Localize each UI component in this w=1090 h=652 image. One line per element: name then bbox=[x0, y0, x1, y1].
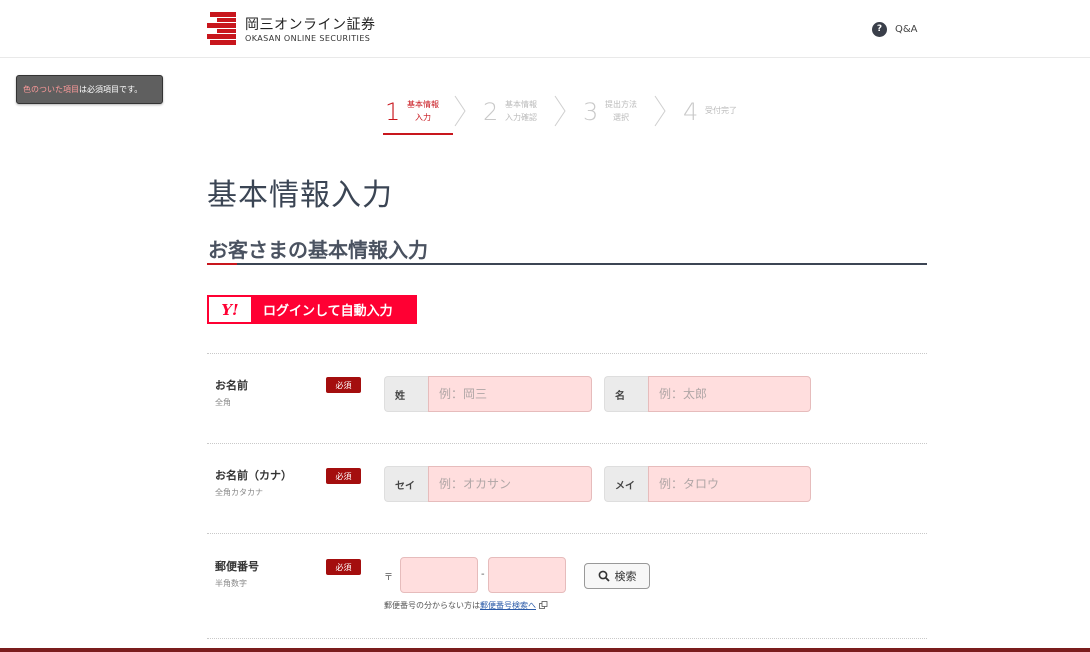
field-sublabel: 全角カタカナ bbox=[215, 488, 263, 497]
first-name-kana-prefix: メイ bbox=[604, 466, 648, 502]
step-number: 4 bbox=[683, 98, 699, 126]
zip-separator: - bbox=[481, 569, 485, 580]
zip-first-input[interactable] bbox=[400, 557, 478, 593]
okasan-logo-icon bbox=[207, 12, 236, 45]
footer-edge bbox=[0, 648, 1090, 652]
required-fields-note: 色のついた項目 は必須項目です。 bbox=[16, 75, 163, 104]
yahoo-button-label: ログインして自動入力 bbox=[263, 304, 393, 319]
step-label: 基本情報 入力確認 bbox=[505, 100, 537, 122]
logo-japanese-text: 岡三オンライン証券 bbox=[245, 17, 376, 33]
last-name-input[interactable] bbox=[428, 376, 592, 412]
postal-mark: 〒 bbox=[384, 573, 394, 583]
required-badge: 必須 bbox=[326, 559, 361, 575]
yahoo-auto-fill-button[interactable]: Y! ログインして自動入力 bbox=[207, 295, 417, 324]
field-sublabel: 半角数字 bbox=[215, 579, 247, 588]
step-2: 2 基本情報 入力確認 bbox=[481, 90, 551, 135]
zip-help: 郵便番号の分からない方は 郵便番号検索へ bbox=[384, 600, 548, 611]
field-label: お名前（カナ） bbox=[215, 469, 292, 482]
first-name-kana-input[interactable] bbox=[648, 466, 811, 502]
required-note-text: は必須項目です。 bbox=[79, 85, 143, 94]
logo-english-text: OKASAN ONLINE SECURITIES bbox=[245, 34, 371, 43]
first-name-group: 名 bbox=[604, 376, 811, 412]
step-number: 2 bbox=[483, 98, 499, 126]
step-label: 受付完了 bbox=[705, 106, 737, 115]
qa-link[interactable]: ? Q&A bbox=[872, 21, 918, 37]
chevron-right-icon bbox=[454, 95, 466, 127]
last-name-group: 姓 bbox=[384, 376, 592, 412]
last-name-prefix: 姓 bbox=[384, 376, 428, 412]
last-name-kana-group: セイ bbox=[384, 466, 592, 502]
company-logo[interactable]: 岡三オンライン証券 OKASAN ONLINE SECURITIES bbox=[207, 12, 377, 48]
step-number: 3 bbox=[583, 98, 599, 126]
zip-second-input[interactable] bbox=[488, 557, 566, 593]
field-label: お名前 bbox=[215, 379, 248, 392]
required-badge: 必須 bbox=[326, 468, 361, 484]
row-divider bbox=[207, 638, 927, 639]
step-3: 3 提出方法 選択 bbox=[581, 90, 651, 135]
last-name-kana-input[interactable] bbox=[428, 466, 592, 502]
first-name-kana-group: メイ bbox=[604, 466, 811, 502]
zip-help-text: 郵便番号の分からない方は bbox=[384, 601, 480, 610]
zip-search-button[interactable]: 検索 bbox=[584, 563, 650, 589]
first-name-input[interactable] bbox=[648, 376, 811, 412]
first-name-prefix: 名 bbox=[604, 376, 648, 412]
zip-search-link[interactable]: 郵便番号検索へ bbox=[480, 600, 536, 611]
chevron-right-icon bbox=[654, 95, 666, 127]
section-divider-accent bbox=[207, 263, 237, 265]
search-icon bbox=[598, 570, 610, 582]
field-label: 郵便番号 bbox=[215, 560, 259, 573]
form-row-kana: お名前（カナ） 全角カタカナ 必須 セイ メイ bbox=[207, 443, 927, 533]
chevron-right-icon bbox=[554, 95, 566, 127]
step-number: 1 bbox=[385, 98, 401, 126]
qa-label: Q&A bbox=[895, 23, 918, 35]
step-4: 4 受付完了 bbox=[681, 90, 751, 135]
section-title: お客さまの基本情報入力 bbox=[208, 238, 428, 262]
required-note-highlight: 色のついた項目 bbox=[23, 85, 79, 94]
question-circle-icon: ? bbox=[872, 21, 887, 37]
last-name-kana-prefix: セイ bbox=[384, 466, 428, 502]
page-title: 基本情報入力 bbox=[207, 178, 393, 213]
yahoo-logo-icon: Y! bbox=[209, 297, 251, 322]
step-label: 基本情報 入力 bbox=[407, 100, 439, 122]
field-sublabel: 全角 bbox=[215, 398, 231, 407]
external-window-icon bbox=[539, 601, 548, 609]
section-divider bbox=[207, 263, 927, 265]
site-header: 岡三オンライン証券 OKASAN ONLINE SECURITIES ? Q&A bbox=[0, 0, 1090, 58]
search-button-label: 検索 bbox=[614, 570, 637, 583]
form-row-name: お名前 全角 必須 姓 名 bbox=[207, 353, 927, 443]
form-row-zip: 郵便番号 半角数字 必須 〒 - 検索 郵便番号の分からない方は 郵便番号検索へ bbox=[207, 533, 927, 638]
required-badge: 必須 bbox=[326, 377, 361, 393]
step-1: 1 基本情報 入力 bbox=[383, 90, 453, 135]
step-label: 提出方法 選択 bbox=[605, 100, 637, 122]
